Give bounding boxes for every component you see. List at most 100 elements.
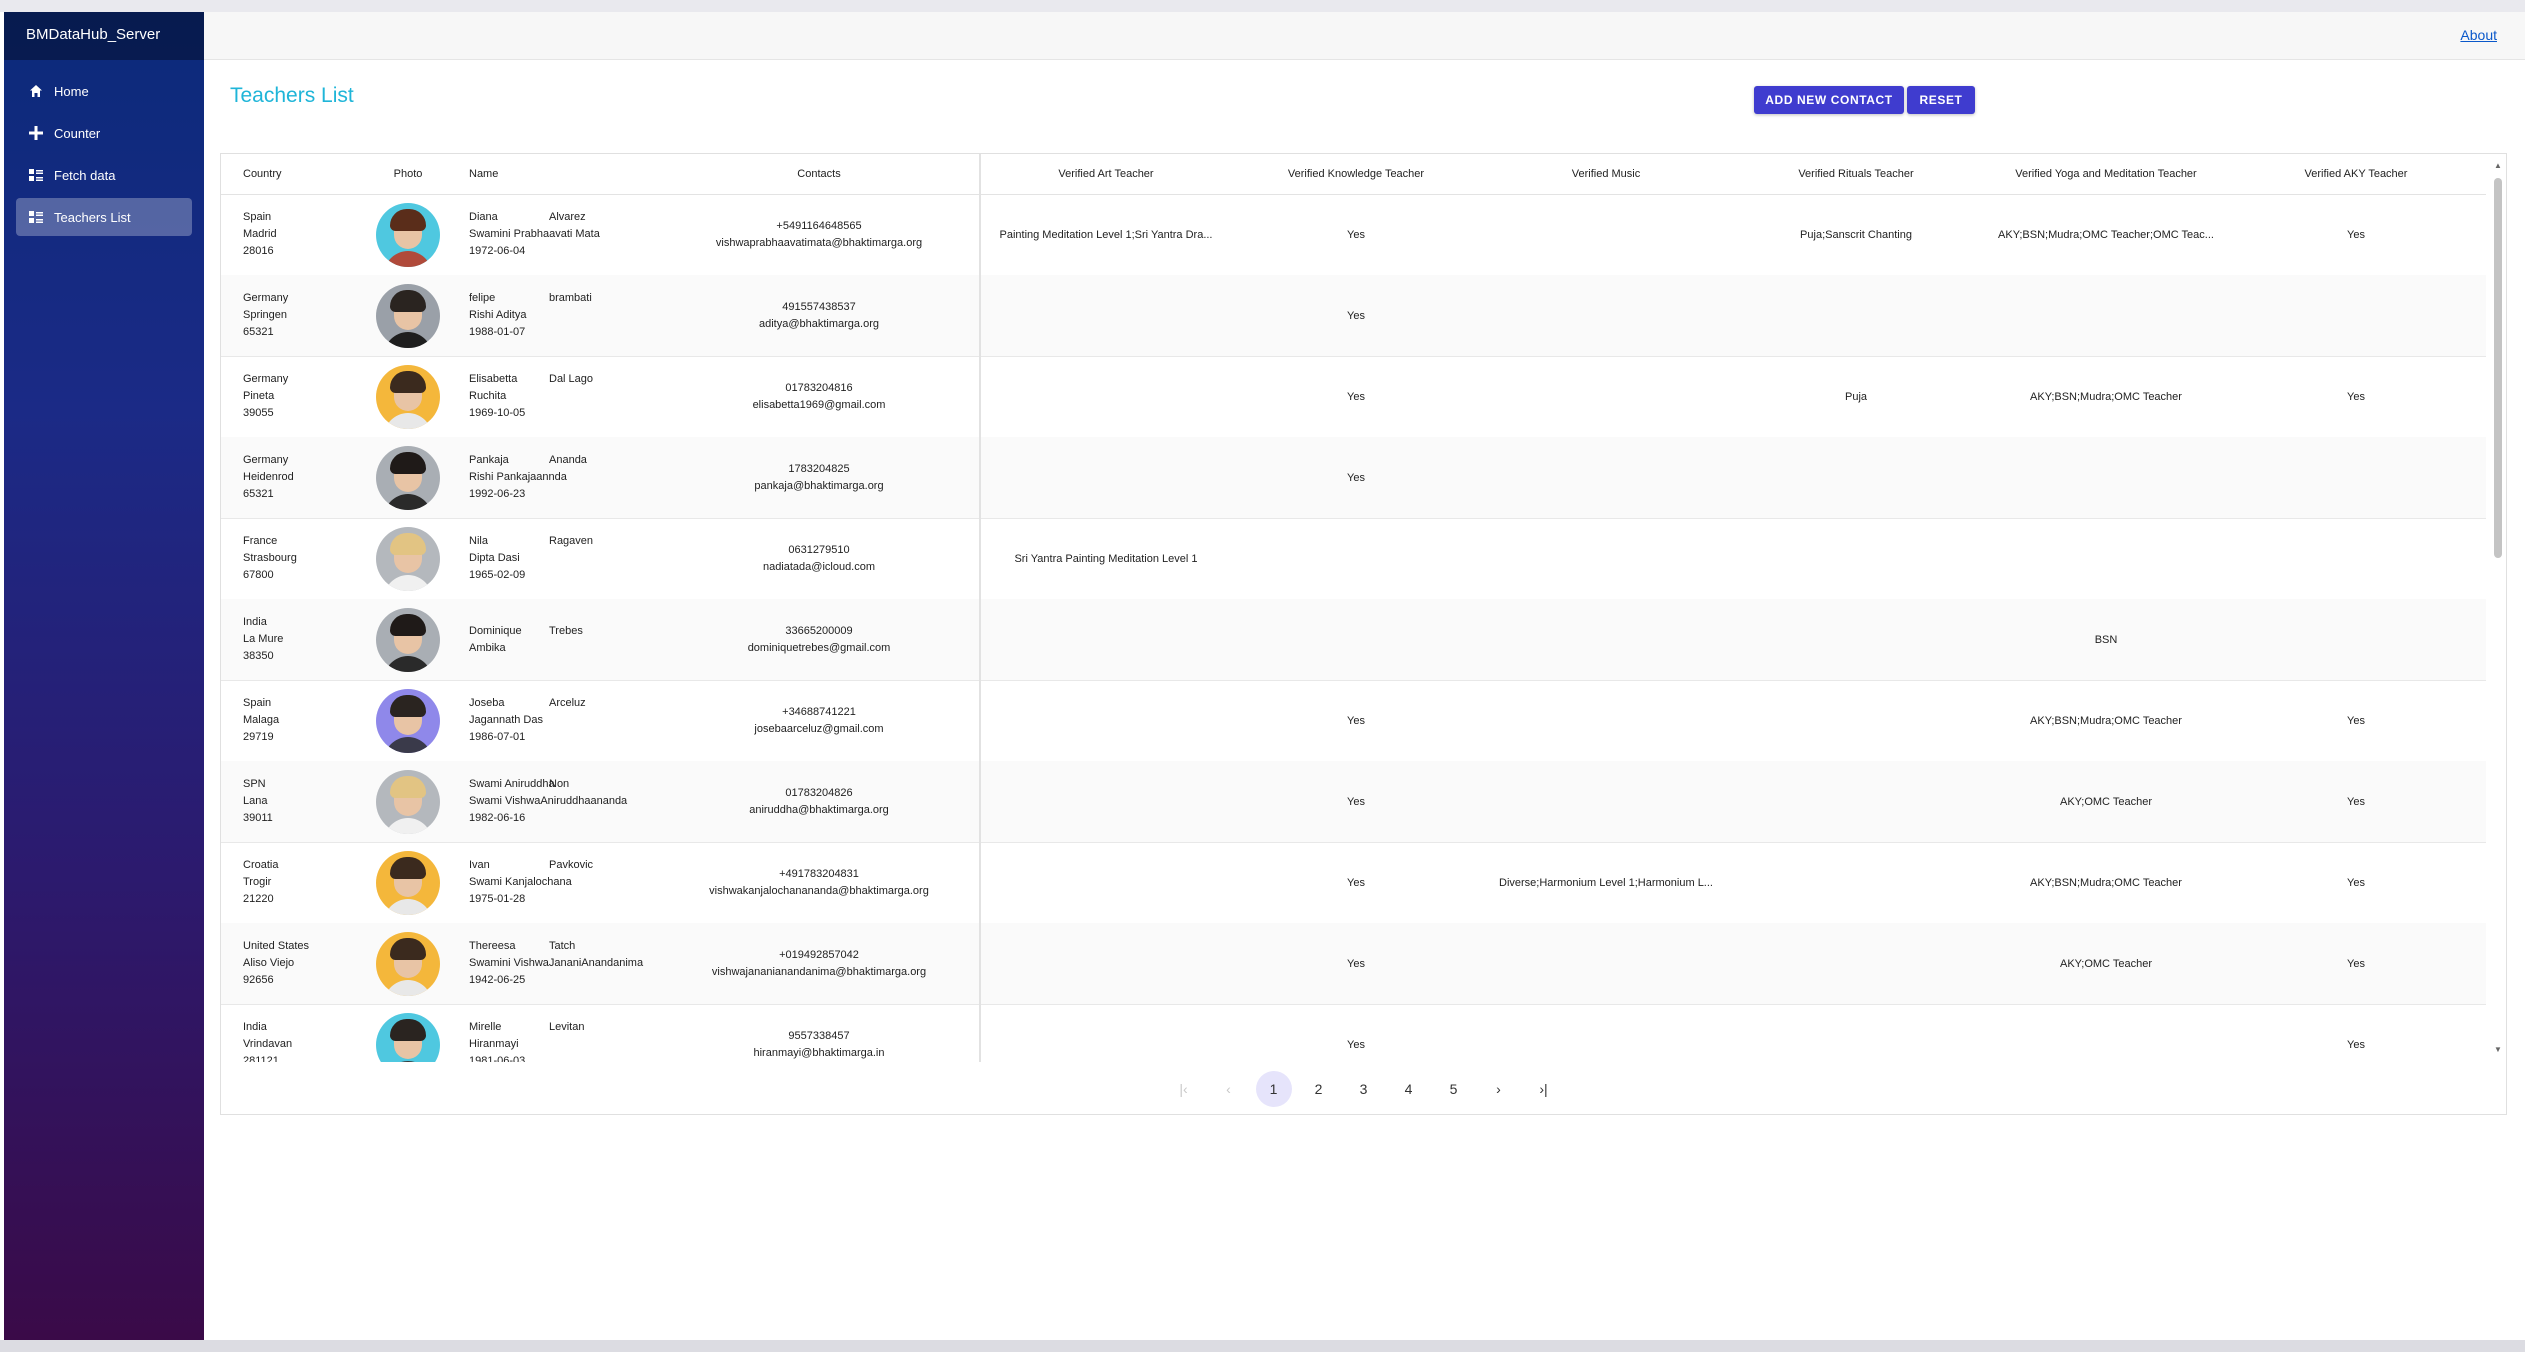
zip: 281121 [243, 1055, 279, 1062]
column-header-photo[interactable]: Photo [363, 154, 453, 194]
birth-date: 1965-02-09 [469, 569, 526, 581]
email: vishwakanjalochanananda@bhaktimarga.org [709, 884, 929, 897]
aky-teacher-cell [2231, 599, 2481, 680]
column-header-knowledge-teacher[interactable]: Verified Knowledge Teacher [1231, 154, 1481, 194]
name-cell: Thereesa Tatch Swamini VishwaJananiAnandan… [469, 923, 659, 1004]
phone: 491557438537 [782, 300, 856, 313]
country-cell: France Strasbourg 67800 [243, 518, 363, 599]
sidebar-item-teachers-list[interactable]: Teachers List [16, 198, 192, 236]
sidebar-item-fetch-data[interactable]: Fetch data [16, 156, 192, 194]
column-header-music[interactable]: Verified Music [1481, 154, 1731, 194]
photo-cell [363, 680, 453, 761]
sidebar-item-counter[interactable]: Counter [16, 114, 192, 152]
column-header-aky-teacher[interactable]: Verified AKY Teacher [2231, 154, 2481, 194]
column-header-yoga-teacher[interactable]: Verified Yoga and Meditation Teacher [1981, 154, 2231, 194]
page-button-4[interactable]: 4 [1391, 1071, 1427, 1107]
app-title: BMDataHub_Server [4, 12, 204, 60]
top-bar: About [204, 12, 2525, 60]
contacts-cell: 0631279510 nadiatada@icloud.com [659, 518, 979, 599]
email: aniruddha@bhaktimarga.org [749, 803, 889, 816]
phone: 0631279510 [788, 543, 850, 556]
page-button-5[interactable]: 5 [1436, 1071, 1472, 1107]
aky-teacher-cell: Yes [2347, 876, 2365, 889]
column-header-country[interactable]: Country [243, 154, 363, 194]
country: Croatia [243, 859, 279, 871]
plus-icon [28, 125, 44, 141]
birth-date: 1942-06-25 [469, 974, 526, 986]
column-header-rituals-teacher[interactable]: Verified Rituals Teacher [1731, 154, 1981, 194]
first-name: Swami Aniruddha [469, 778, 555, 790]
table-row[interactable]: Germany Heidenrod 65321 Pankaja Ananda Rishi … [221, 437, 2486, 519]
first-name: Nila [469, 535, 488, 547]
country-cell: United States Aliso Viejo 92656 [243, 923, 363, 1004]
table-row[interactable]: SPN Lana 39011 Swami Aniruddha Non Swami Vish… [221, 761, 2486, 843]
rituals-teacher-cell [1731, 761, 1981, 842]
scrollbar-thumb[interactable] [2494, 178, 2502, 558]
knowledge-teacher-cell: Yes [1347, 1038, 1365, 1051]
name-cell: Mirelle Levitan Hiranmayi 1981-06-03 [469, 1004, 659, 1062]
table-row[interactable]: Germany Springen 65321 felipe brambati Rishi … [221, 275, 2486, 357]
birth-date: 1975-01-28 [469, 893, 526, 905]
city: Springen [243, 309, 288, 321]
phone: 9557338457 [788, 1029, 850, 1042]
country-cell: Spain Madrid 28016 [243, 194, 363, 275]
table-row[interactable]: United States Aliso Viejo 92656 Thereesa Tat… [221, 923, 2486, 1005]
yoga-teacher-cell: AKY;OMC Teacher [2059, 957, 2152, 970]
birth-date: 1982-06-16 [469, 812, 526, 824]
table-row[interactable]: India La Mure 38350 Dominique Trebes Ambika 33… [221, 599, 2486, 681]
country: France [243, 535, 278, 547]
column-header-contacts[interactable]: Contacts [659, 154, 979, 194]
sidebar-item-label: Fetch data [54, 167, 116, 183]
photo-cell [363, 518, 453, 599]
zip: 39011 [243, 812, 273, 824]
last-name: Ananda [549, 454, 587, 466]
previous-page-button[interactable]: ‹ [1211, 1071, 1247, 1107]
scroll-down-icon[interactable]: ▼ [2494, 1046, 2502, 1054]
home-icon [28, 83, 44, 99]
yoga-teacher-cell: AKY;BSN;Mudra;OMC Teacher [2030, 390, 2182, 403]
vertical-scrollbar[interactable]: ▲ ▼ [2494, 162, 2502, 1054]
yoga-teacher-cell: AKY;BSN;Mudra;OMC Teacher [2030, 714, 2182, 727]
last-name: Non [549, 778, 570, 790]
last-name: Levitan [549, 1021, 585, 1033]
table-row[interactable]: France Strasbourg 67800 Nila Ragaven Dipta Da… [221, 518, 2486, 600]
contacts-cell: 01783204816 elisabetta1969@gmail.com [659, 356, 979, 437]
rituals-teacher-cell [1731, 680, 1981, 761]
first-page-button[interactable]: |‹ [1166, 1071, 1202, 1107]
photo-cell [363, 761, 453, 842]
table-row[interactable]: Croatia Trogir 21220 Ivan Pavkovic Swami Kanj… [221, 842, 2486, 924]
zip: 29719 [243, 731, 274, 743]
page-button-1[interactable]: 1 [1255, 1071, 1292, 1107]
phone: 1783204825 [788, 462, 850, 475]
spiritual-name: Jagannath Das [469, 714, 543, 726]
browser-chrome [0, 0, 2525, 12]
scroll-up-icon[interactable]: ▲ [2494, 162, 2502, 170]
grid-header-row: Country Photo Name Contacts Verified Art… [221, 154, 2486, 195]
yoga-teacher-cell: AKY;BSN;Mudra;OMC Teacher [2030, 876, 2182, 889]
page-button-3[interactable]: 3 [1346, 1071, 1382, 1107]
aky-teacher-cell [2231, 275, 2481, 356]
country-cell: Croatia Trogir 21220 [243, 842, 363, 923]
column-header-art-teacher[interactable]: Verified Art Teacher [981, 154, 1231, 194]
art-teacher-cell: Sri Yantra Painting Meditation Level 1 [1014, 552, 1198, 565]
os-taskbar [0, 1340, 2525, 1352]
reset-button[interactable]: RESET [1907, 86, 1975, 114]
table-row[interactable]: India Vrindavan 281121 Mirelle Levitan Hiranm… [221, 1004, 2486, 1062]
last-name: brambati [549, 292, 592, 304]
table-row[interactable]: Spain Malaga 29719 Joseba Arceluz Jagannath D… [221, 680, 2486, 762]
about-link[interactable]: About [2460, 27, 2497, 43]
first-name: Diana [469, 211, 498, 223]
page-button-2[interactable]: 2 [1301, 1071, 1337, 1107]
city: La Mure [243, 633, 284, 645]
last-name: Dal Lago [549, 373, 594, 385]
city: Aliso Viejo [243, 957, 295, 969]
avatar [376, 526, 440, 591]
phone: +5491164648565 [776, 219, 862, 232]
column-header-name[interactable]: Name [469, 154, 659, 194]
sidebar-item-home[interactable]: Home [16, 72, 192, 110]
last-page-button[interactable]: ›| [1526, 1071, 1562, 1107]
table-row[interactable]: Germany Pineta 39055 Elisabetta Dal Lago Ruch… [221, 356, 2486, 438]
add-new-contact-button[interactable]: ADD NEW CONTACT [1754, 86, 1904, 114]
table-row[interactable]: Spain Madrid 28016 Diana Alvarez Swamini Prab… [221, 194, 2486, 276]
next-page-button[interactable]: › [1481, 1071, 1517, 1107]
